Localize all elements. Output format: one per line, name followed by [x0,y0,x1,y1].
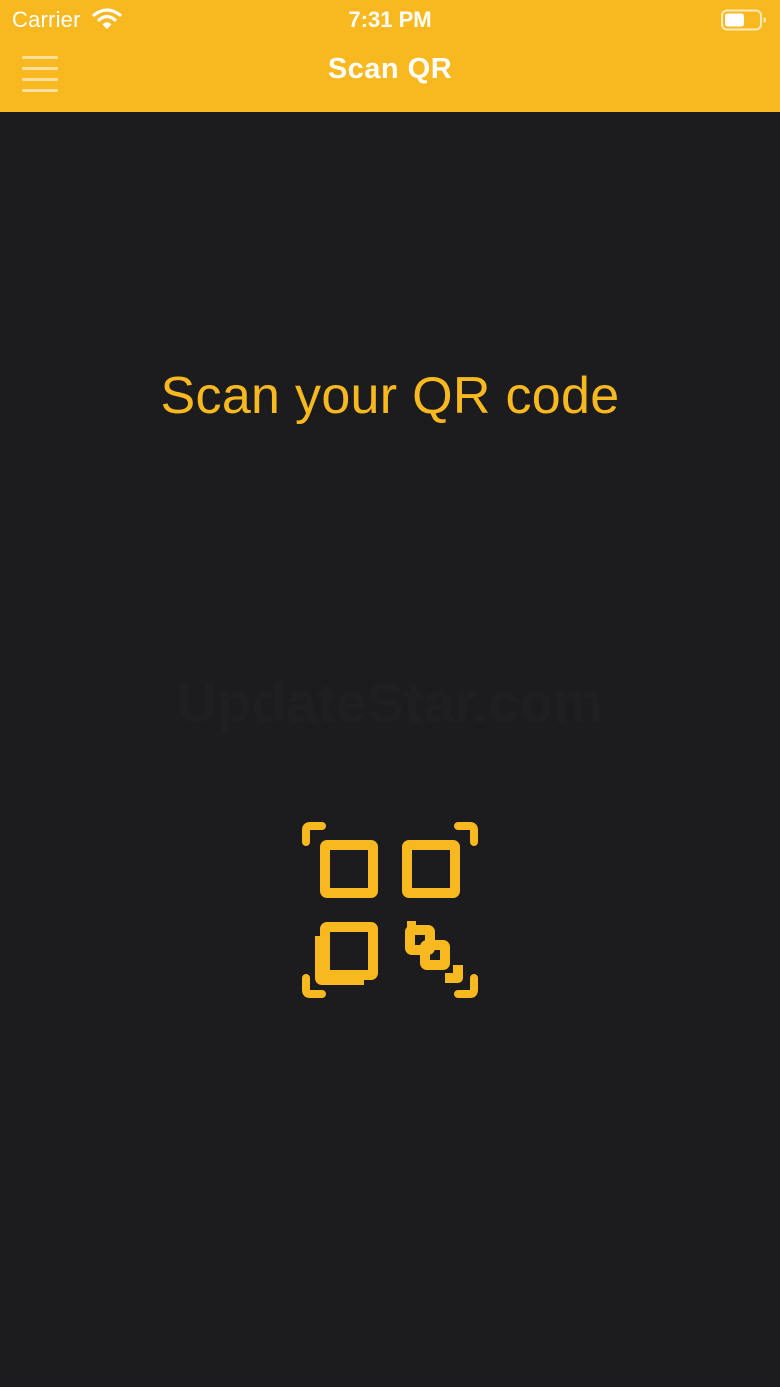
qr-scan-icon [302,822,478,998]
status-bar: Carrier 7:31 PM [0,0,780,40]
scan-qr-button[interactable] [298,818,482,1002]
scan-prompt: Scan your QR code [160,367,620,425]
battery-icon [721,9,766,31]
page-title: Scan QR [327,53,453,85]
watermark: UpdateStar.com [176,671,604,734]
app-screen: Carrier 7:31 PM Scan QR Scan your QR cod… [0,0,780,1387]
status-time: 7:31 PM [348,7,432,32]
navigation-bar: Scan QR [0,40,780,112]
header: Carrier 7:31 PM Scan QR [0,0,780,112]
